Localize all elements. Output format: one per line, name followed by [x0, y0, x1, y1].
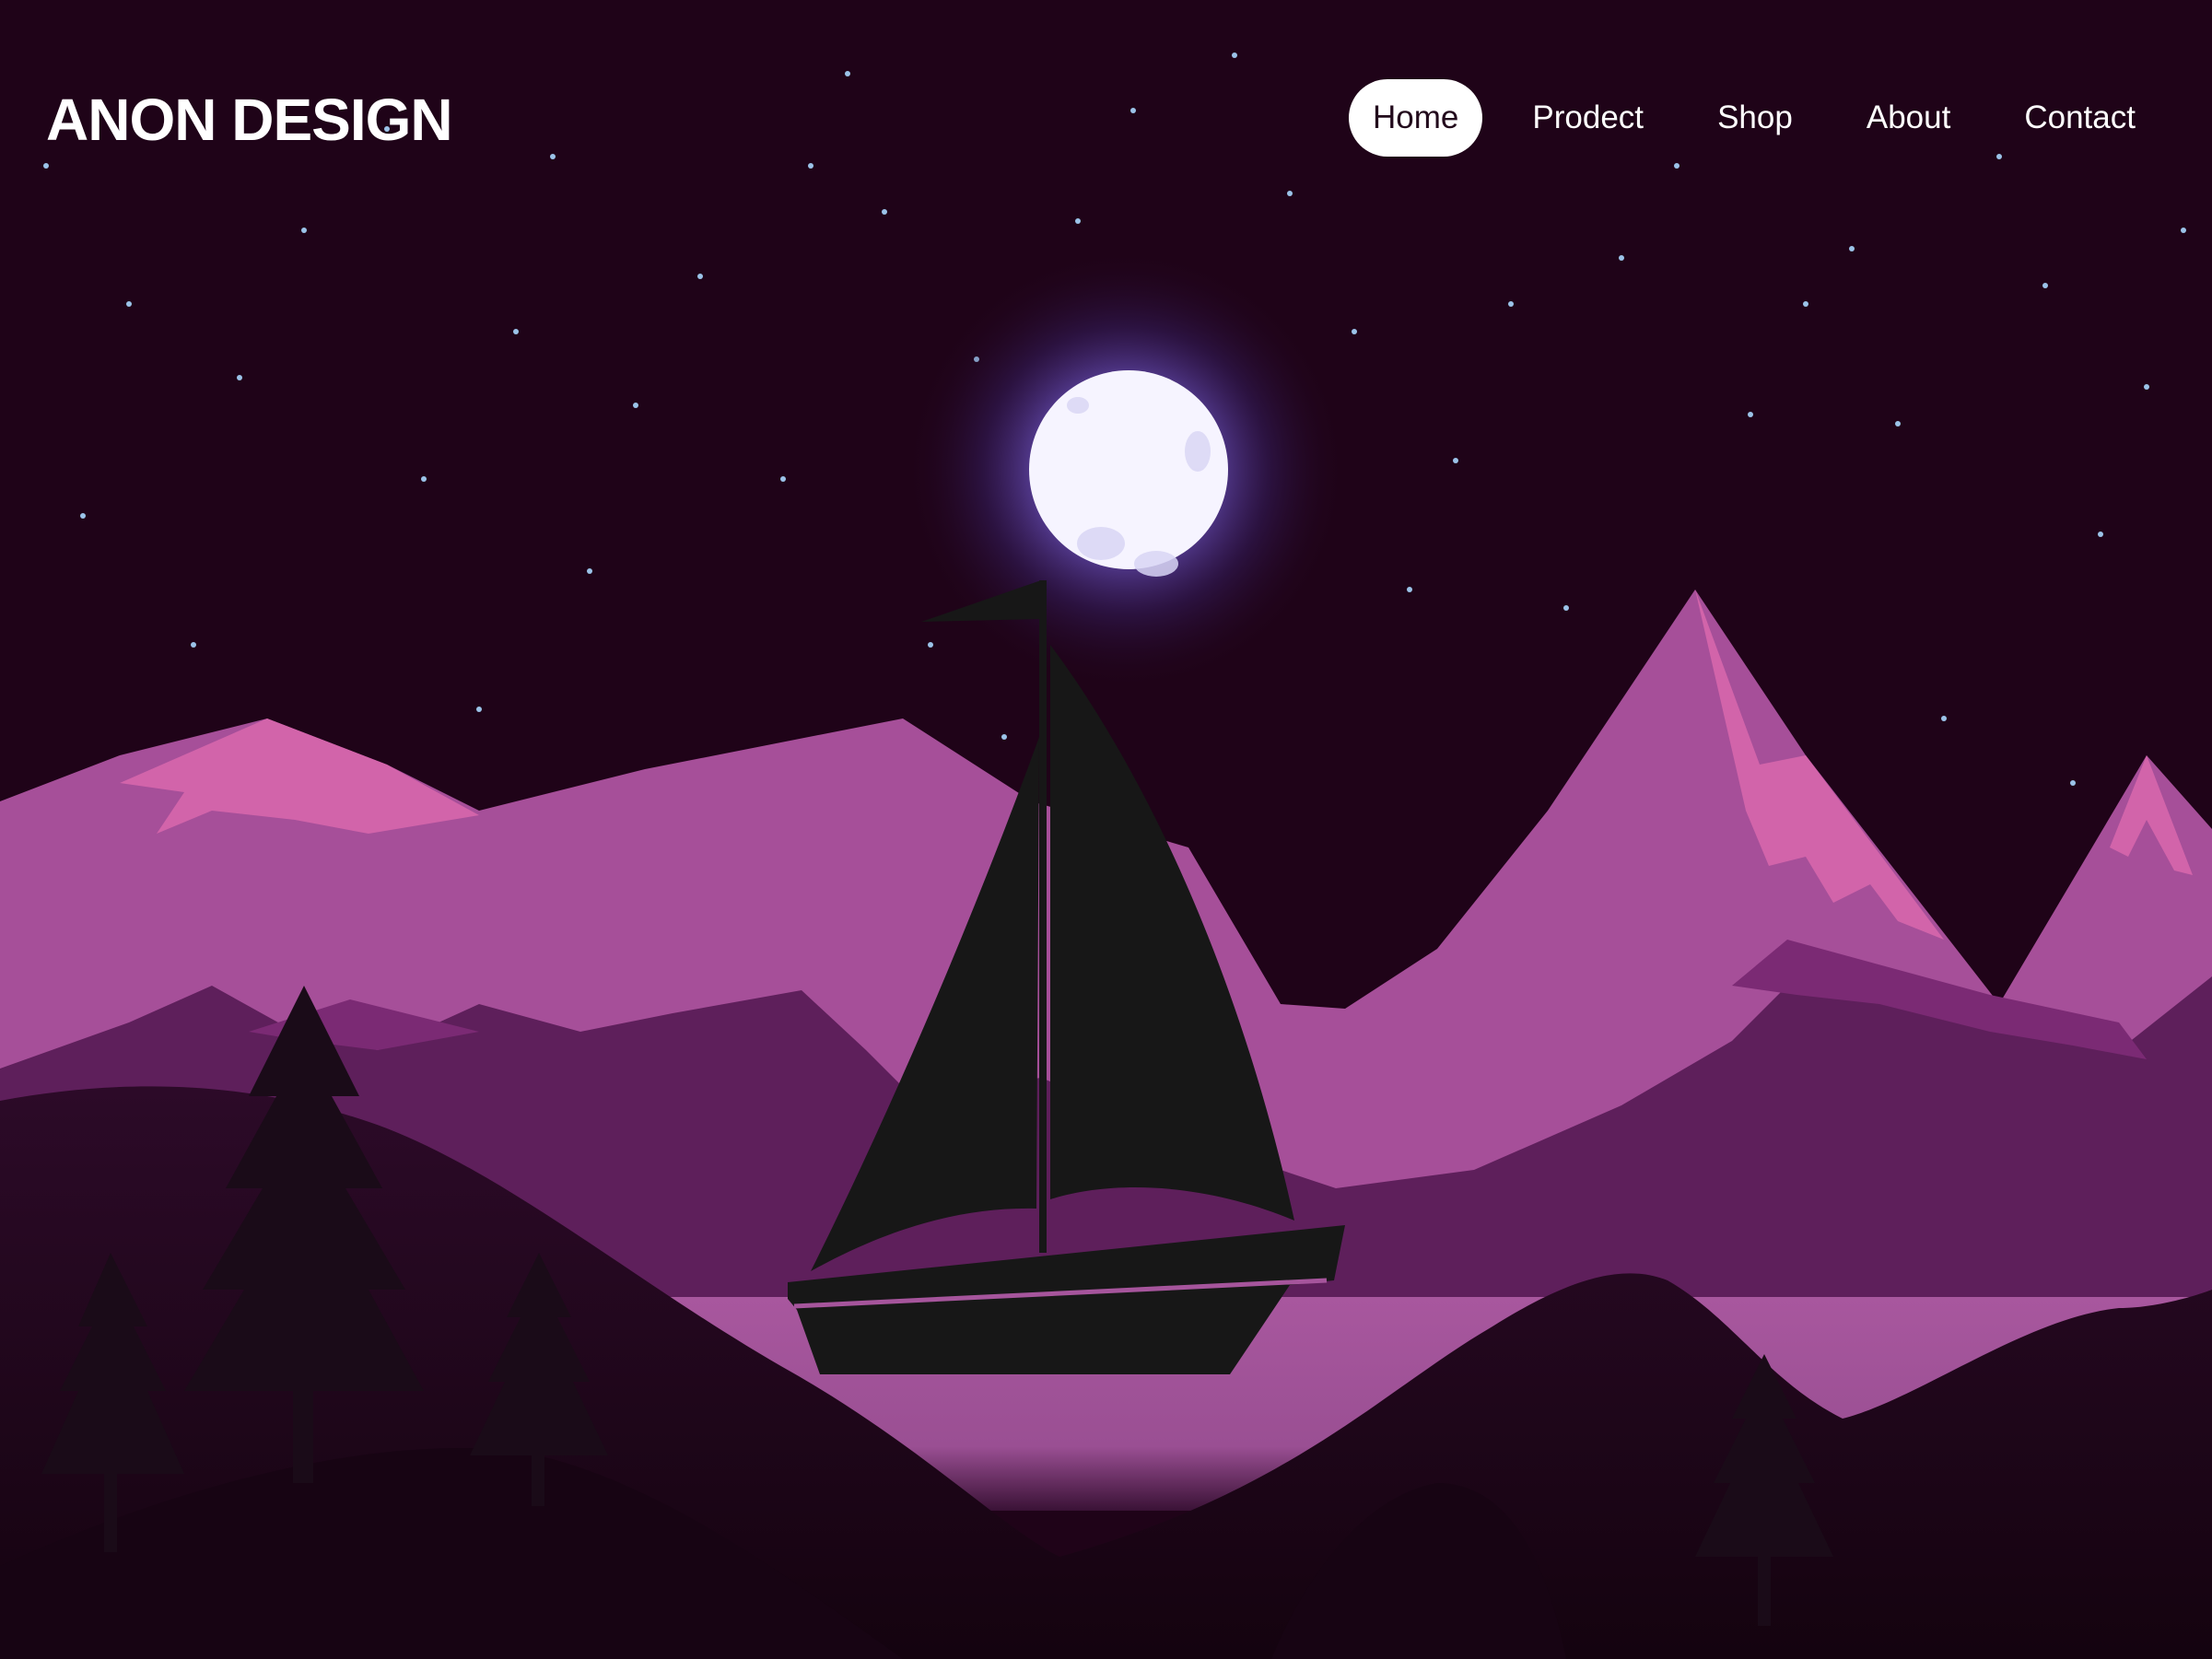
nav-item-shop: Shop [1693, 79, 1817, 157]
nav-item-about: About [1843, 79, 1974, 157]
nav-item-prodect: Prodect [1508, 79, 1668, 157]
nav-link-contact[interactable]: Contact [2000, 79, 2159, 157]
hero-illustration [0, 0, 2212, 1659]
nav-link-shop[interactable]: Shop [1693, 79, 1817, 157]
nav-link-prodect[interactable]: Prodect [1508, 79, 1668, 157]
sailboat-mast [1039, 580, 1047, 1253]
nav-link-about[interactable]: About [1843, 79, 1974, 157]
nav-item-home: Home [1349, 79, 1483, 157]
nav-link-home[interactable]: Home [1349, 79, 1483, 157]
nav-item-contact: Contact [2000, 79, 2159, 157]
brand-logo[interactable]: ANON DESIGN [46, 83, 453, 157]
main-nav: Home Prodect Shop About Contact [1349, 79, 2159, 157]
landing-page: ANON DESIGN Home Prodect Shop About Cont… [0, 0, 2212, 1659]
